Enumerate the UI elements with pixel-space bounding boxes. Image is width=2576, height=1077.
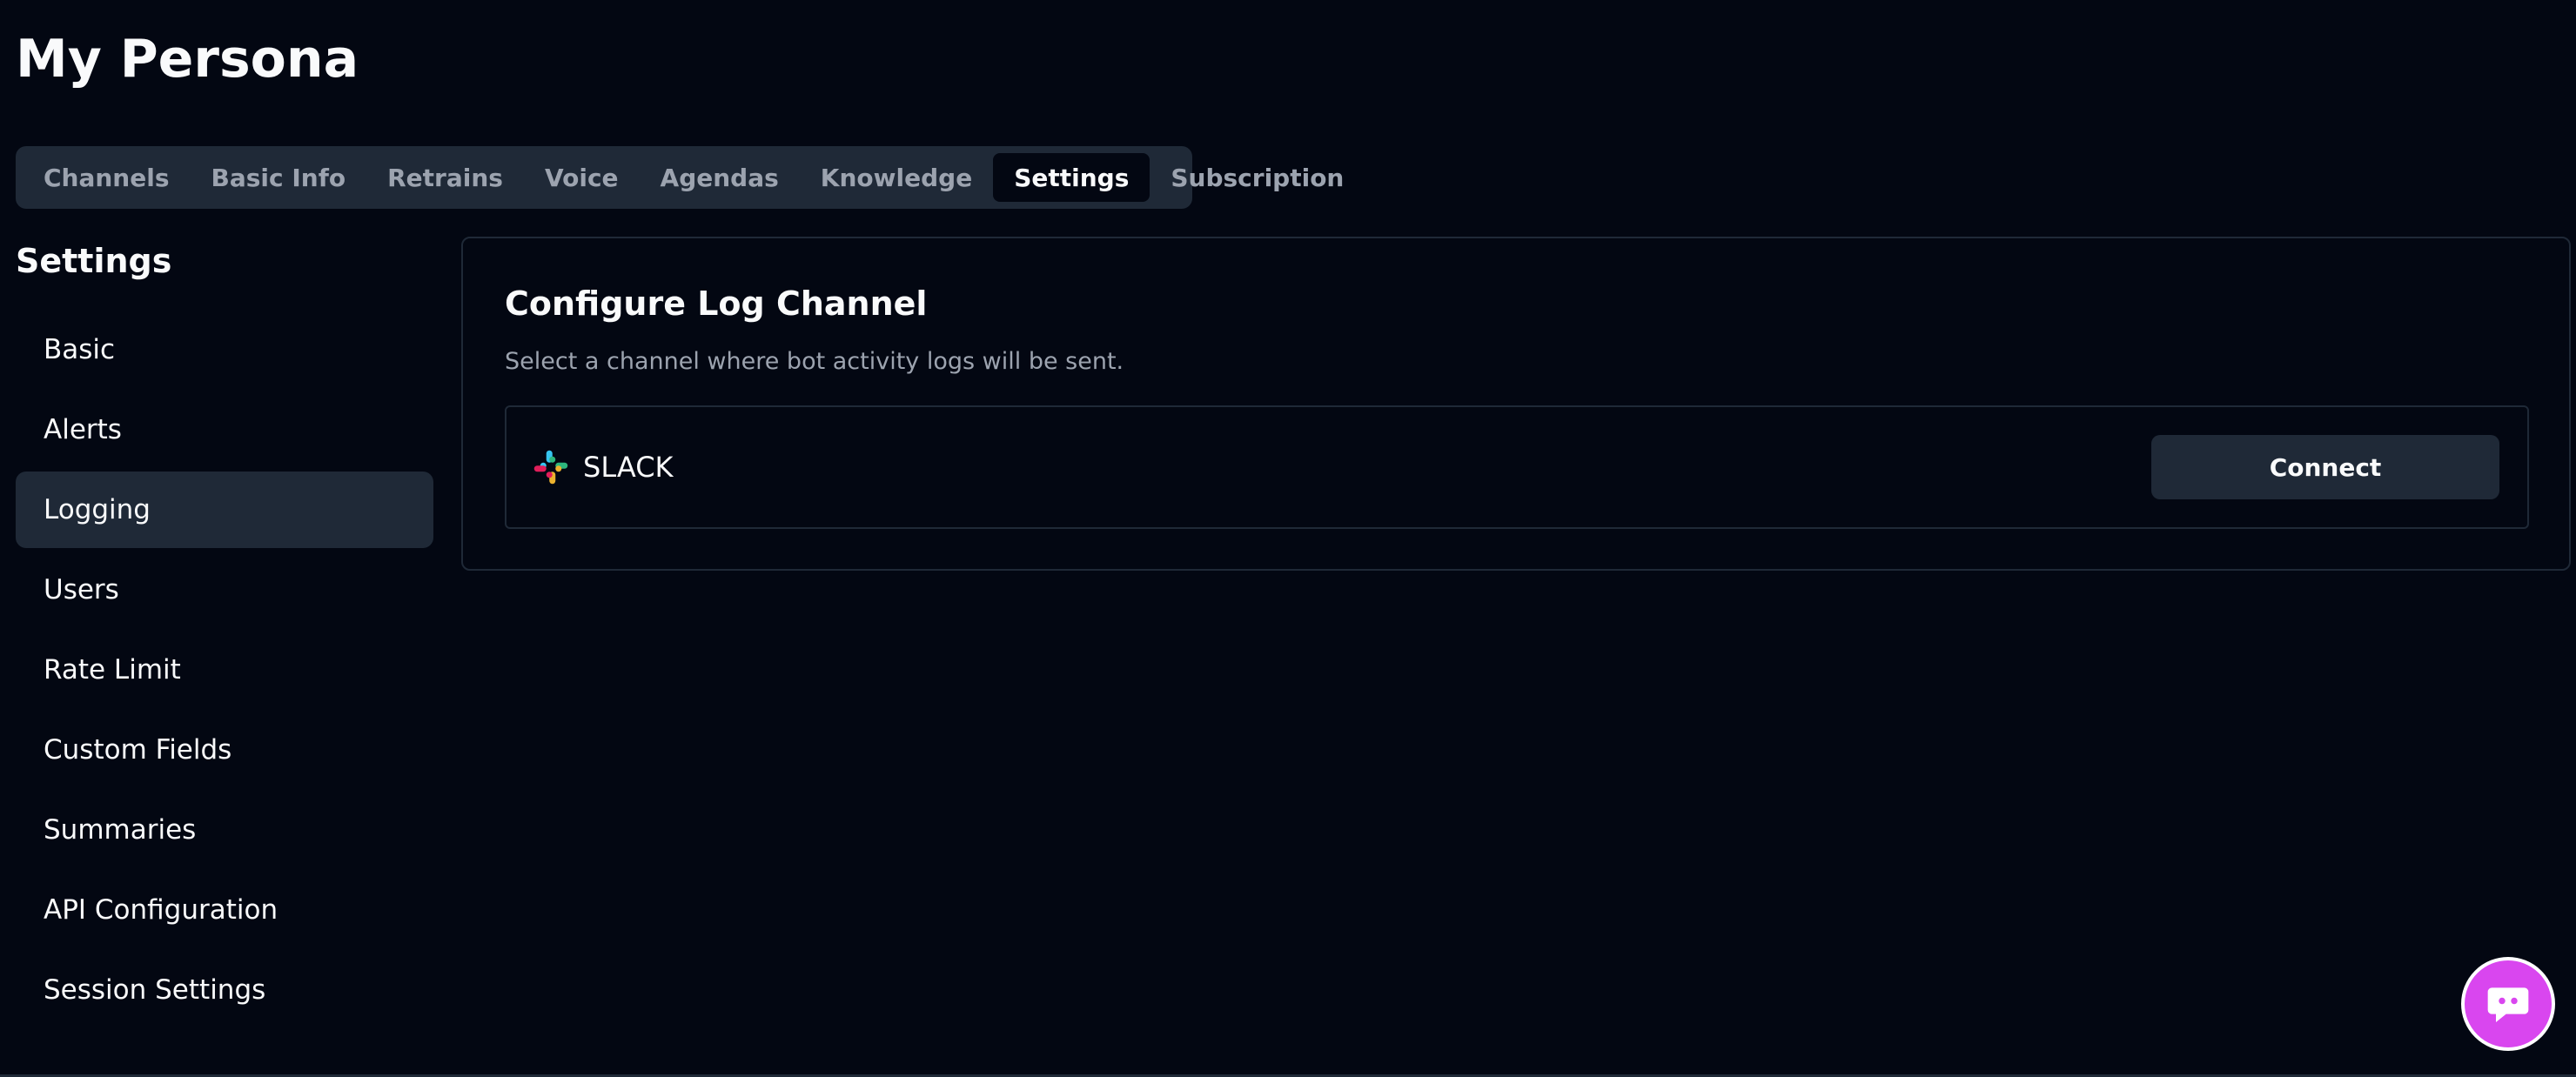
slack-icon: [533, 450, 568, 485]
channel-name: SLACK: [583, 451, 674, 484]
tab-basic-info[interactable]: Basic Info: [191, 153, 367, 202]
page: My Persona Channels Basic Info Retrains …: [0, 0, 2576, 1077]
sidebar-item-custom-fields[interactable]: Custom Fields: [16, 712, 433, 788]
sidebar-item-alerts[interactable]: Alerts: [16, 391, 433, 468]
sidebar-item-users[interactable]: Users: [16, 552, 433, 628]
log-channel-card: Configure Log Channel Select a channel w…: [461, 237, 2571, 571]
sidebar-item-api-configuration[interactable]: API Configuration: [16, 872, 433, 948]
tab-knowledge[interactable]: Knowledge: [800, 153, 993, 202]
sidebar-item-rate-limit[interactable]: Rate Limit: [16, 632, 433, 708]
tab-settings[interactable]: Settings: [993, 153, 1150, 202]
card-description: Select a channel where bot activity logs…: [505, 348, 1124, 375]
sidebar-item-summaries[interactable]: Summaries: [16, 792, 433, 868]
tab-subscription[interactable]: Subscription: [1150, 153, 1365, 202]
chat-widget-button[interactable]: [2461, 957, 2555, 1051]
sidebar-title: Settings: [16, 242, 172, 280]
sidebar-item-logging[interactable]: Logging: [16, 472, 433, 548]
channel-row-slack: SLACK Connect: [505, 405, 2529, 529]
connect-button[interactable]: Connect: [2151, 435, 2499, 499]
sidebar-item-basic[interactable]: Basic: [16, 311, 433, 388]
settings-sidebar: Basic Alerts Logging Users Rate Limit Cu…: [16, 311, 433, 1032]
chat-bubble-icon: [2487, 987, 2529, 1022]
tab-channels[interactable]: Channels: [23, 153, 191, 202]
tab-voice[interactable]: Voice: [524, 153, 640, 202]
page-title: My Persona: [16, 29, 359, 90]
tab-retrains[interactable]: Retrains: [366, 153, 524, 202]
card-title: Configure Log Channel: [505, 284, 928, 323]
sidebar-item-session-settings[interactable]: Session Settings: [16, 952, 433, 1028]
tab-agendas[interactable]: Agendas: [640, 153, 800, 202]
tab-bar: Channels Basic Info Retrains Voice Agend…: [16, 146, 1344, 209]
